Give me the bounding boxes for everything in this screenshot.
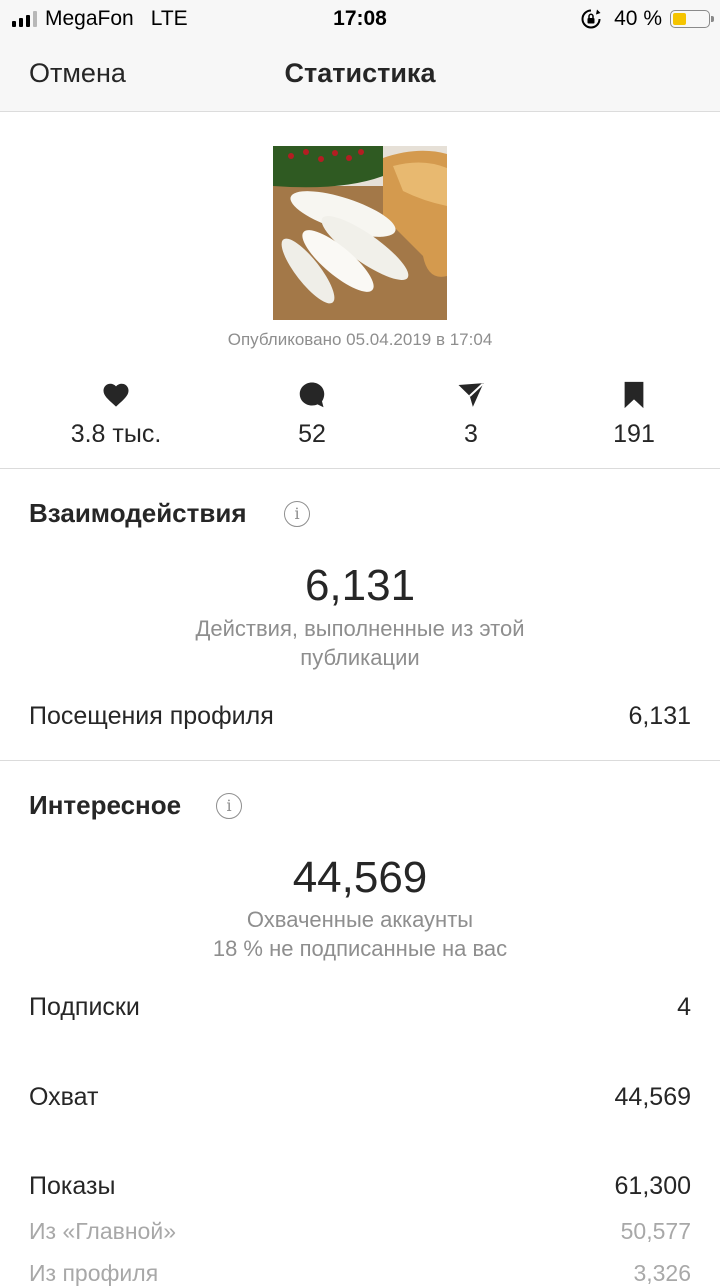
discovery-info-icon[interactable]: i bbox=[216, 793, 242, 819]
rotation-lock-icon bbox=[581, 9, 601, 29]
from-profile-value: 3,326 bbox=[633, 1260, 691, 1286]
reach-value: 44,569 bbox=[614, 1083, 691, 1111]
impressions-label: Показы bbox=[29, 1172, 116, 1200]
from-home-value: 50,577 bbox=[620, 1218, 691, 1244]
comments-count: 52 bbox=[298, 420, 326, 448]
status-bar: MegaFon LTE 17:08 40 % bbox=[0, 0, 720, 38]
direct-send-icon bbox=[458, 383, 484, 407]
shares-count: 3 bbox=[464, 420, 478, 448]
interactions-section-title: Взаимодействия bbox=[29, 498, 247, 528]
status-right: 40 % bbox=[580, 7, 714, 31]
profile-visits-value: 6,131 bbox=[628, 702, 691, 730]
section-divider bbox=[0, 760, 720, 761]
likes-stat: 3.8 тыс. bbox=[36, 380, 196, 449]
discovery-total: 44,569 bbox=[292, 853, 428, 902]
saves-stat: 191 bbox=[554, 380, 714, 449]
shares-stat: 3 bbox=[391, 380, 551, 449]
interactions-total: 6,131 bbox=[304, 561, 416, 610]
battery-percent: 40 % bbox=[614, 7, 662, 30]
from-profile-label: Из профиля bbox=[29, 1260, 159, 1286]
section-divider bbox=[0, 468, 720, 469]
likes-count: 3.8 тыс. bbox=[70, 420, 162, 448]
heart-icon bbox=[103, 383, 129, 407]
bookmark-icon bbox=[624, 381, 644, 409]
post-thumbnail[interactable] bbox=[273, 146, 447, 320]
discovery-caption-line1: Охваченные аккаунты bbox=[246, 907, 474, 932]
published-date: Опубликовано 05.04.2019 в 17:04 bbox=[227, 330, 493, 349]
interactions-caption-line2: публикации bbox=[300, 645, 420, 670]
follows-value: 4 bbox=[677, 993, 691, 1021]
comments-stat: 52 bbox=[232, 380, 392, 449]
saves-count: 191 bbox=[613, 420, 655, 448]
follows-label: Подписки bbox=[29, 993, 140, 1021]
interactions-info-icon[interactable]: i bbox=[284, 501, 310, 527]
reach-label: Охват bbox=[29, 1083, 99, 1111]
profile-visits-label: Посещения профиля bbox=[29, 702, 274, 730]
comment-bubble-icon bbox=[299, 382, 325, 408]
navigation-bar: Отмена Статистика bbox=[0, 38, 720, 112]
discovery-section-title: Интересное bbox=[29, 790, 182, 820]
discovery-caption-line2: 18 % не подписанные на вас bbox=[212, 936, 508, 961]
from-home-label: Из «Главной» bbox=[29, 1218, 176, 1244]
interactions-caption-line1: Действия, выполненные из этой bbox=[195, 616, 525, 641]
battery-icon bbox=[670, 10, 714, 28]
impressions-value: 61,300 bbox=[614, 1172, 691, 1200]
post-stats-row: 3.8 тыс. 52 3 191 bbox=[0, 380, 720, 450]
cheese-photo-image bbox=[273, 146, 447, 320]
cancel-button[interactable]: Отмена bbox=[29, 58, 126, 89]
